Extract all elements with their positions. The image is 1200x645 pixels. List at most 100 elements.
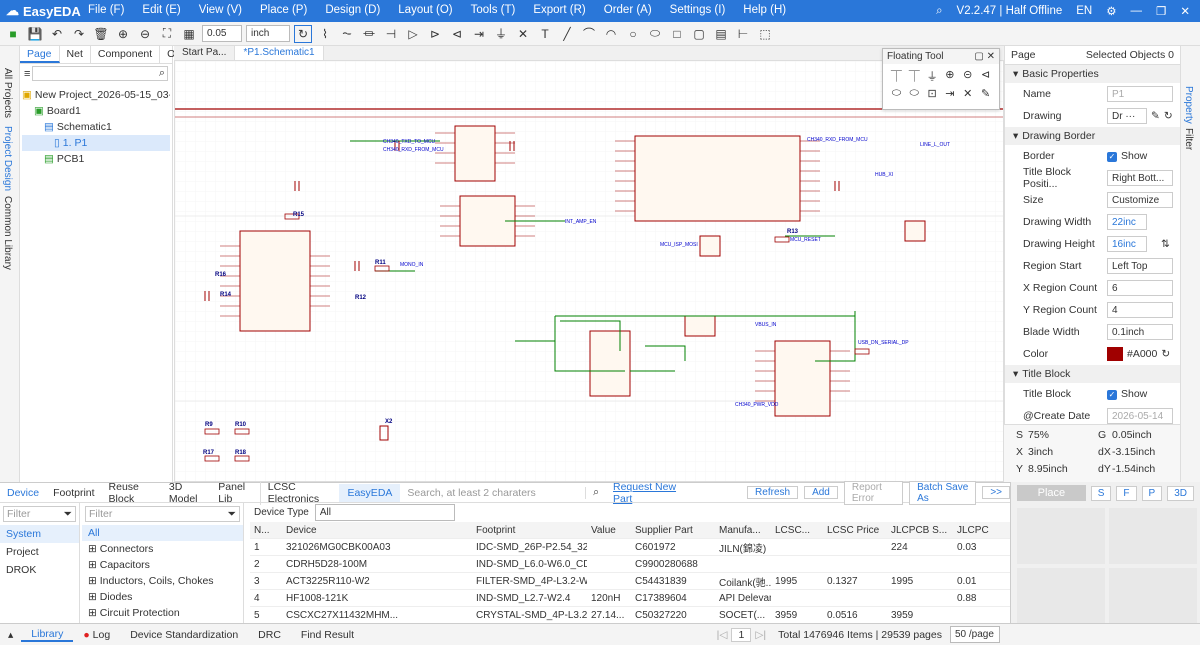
- category-item[interactable]: ⊞ Connectors: [82, 541, 243, 557]
- fit-icon[interactable]: ⛶: [158, 25, 176, 43]
- name-field[interactable]: P1: [1107, 86, 1173, 102]
- place-button[interactable]: Place: [1017, 485, 1086, 501]
- reset-icon[interactable]: ↻: [1161, 348, 1170, 360]
- diode-icon[interactable]: ▷: [404, 25, 422, 43]
- rail-common-library[interactable]: Common Library: [2, 196, 13, 270]
- circle-icon[interactable]: ○: [624, 25, 642, 43]
- menu-place[interactable]: Place (P): [260, 4, 307, 16]
- wire-icon[interactable]: ⌇: [316, 25, 334, 43]
- category-item[interactable]: ⊞ Inductors, Coils, Chokes: [82, 573, 243, 589]
- minimize-icon[interactable]: —: [1131, 5, 1143, 17]
- table-icon[interactable]: ▤: [712, 25, 730, 43]
- netflag-icon[interactable]: ⊲: [978, 68, 993, 84]
- bus-entry-icon[interactable]: ⇥: [942, 87, 957, 100]
- bus-icon[interactable]: ⏦: [338, 25, 356, 43]
- tab-page[interactable]: Page: [20, 46, 60, 63]
- section-title-block[interactable]: ▾ Title Block: [1005, 365, 1180, 383]
- out-port-icon[interactable]: ⬭: [907, 87, 922, 100]
- no-connect-icon[interactable]: ✕: [514, 25, 532, 43]
- close-icon[interactable]: ✕: [1180, 4, 1190, 18]
- region-start-select[interactable]: Left Top: [1107, 258, 1173, 274]
- view-3d-button[interactable]: 3D: [1167, 485, 1194, 501]
- menu-settings[interactable]: Settings (I): [670, 4, 726, 16]
- table-row[interactable]: 2 CDRH5D28-100M IND-SMD_L6.0-W6.0_CD... C99…: [250, 556, 1010, 573]
- close-icon[interactable]: ▢ ✕: [974, 51, 995, 62]
- gear-icon[interactable]: ⚙: [1106, 4, 1116, 18]
- unit-select[interactable]: inch: [246, 25, 290, 42]
- source-project[interactable]: Project: [0, 543, 79, 561]
- tab-start-page[interactable]: Start Pa...: [174, 46, 236, 60]
- tab-reuse-block[interactable]: Reuse Block: [102, 481, 162, 505]
- color-swatch[interactable]: [1107, 347, 1123, 361]
- menu-design[interactable]: Design (D): [325, 4, 380, 16]
- page-number-input[interactable]: 1: [731, 627, 752, 642]
- language-label[interactable]: EN: [1076, 5, 1092, 17]
- ground-icon[interactable]: ⏚: [925, 68, 940, 84]
- menu-export[interactable]: Export (R): [533, 4, 585, 16]
- save-icon[interactable]: 💾: [26, 25, 44, 43]
- category-item[interactable]: ⊞ Capacitors: [82, 557, 243, 573]
- swap-icon[interactable]: ⇅: [1161, 238, 1170, 250]
- view-symbol-button[interactable]: S: [1090, 485, 1112, 501]
- schematic-canvas[interactable]: CH340_TXD_TO_MCU CH340_RXD_FROM_MCU CH34…: [174, 60, 1004, 482]
- line-width-select[interactable]: 0.05: [202, 25, 242, 42]
- tab-lcsc[interactable]: LCSC Electronics: [259, 480, 340, 505]
- rect-icon[interactable]: □: [668, 25, 686, 43]
- more-button[interactable]: >>: [982, 486, 1010, 499]
- view-photo-button[interactable]: P: [1141, 485, 1163, 501]
- menu-view[interactable]: View (V): [199, 4, 242, 16]
- transistor-icon[interactable]: ⊳: [426, 25, 444, 43]
- tree-item-project[interactable]: ▣ New Project_2026-05-15_03-18-(: [22, 87, 170, 103]
- rail-project-design[interactable]: Project Design: [2, 126, 13, 191]
- new-icon[interactable]: ■: [4, 25, 22, 43]
- undo-icon[interactable]: ↶: [48, 25, 66, 43]
- tab-panel-lib[interactable]: Panel Lib: [211, 481, 259, 505]
- delete-icon[interactable]: 🗑: [92, 25, 110, 43]
- status-tab-library[interactable]: Library: [21, 628, 74, 642]
- power-flag-icon[interactable]: ⏉: [907, 68, 922, 84]
- image-icon[interactable]: ▢: [690, 25, 708, 43]
- text-icon[interactable]: T: [536, 25, 554, 43]
- component-mcu[interactable]: [615, 135, 820, 222]
- border-checkbox[interactable]: ✓ Show: [1107, 150, 1147, 162]
- tree-item-page[interactable]: ▯ 1. P1: [22, 135, 170, 151]
- tab-selected-objects[interactable]: Selected Objects 0: [1086, 49, 1174, 61]
- blade-width-field[interactable]: 0.1inch: [1107, 324, 1173, 340]
- snap-icon[interactable]: ↻: [294, 24, 312, 43]
- search-icon[interactable]: ⌕: [586, 486, 606, 499]
- collapse-icon[interactable]: ▴: [0, 629, 21, 641]
- probe-icon[interactable]: ⊕: [942, 68, 957, 84]
- tab-page-props[interactable]: Page: [1011, 49, 1036, 61]
- menu-icon[interactable]: ≡: [24, 68, 30, 80]
- tree-item-pcb[interactable]: ▤ PCB1: [22, 151, 170, 167]
- search-icon[interactable]: ⌕: [936, 5, 942, 18]
- menu-edit[interactable]: Edit (E): [142, 4, 180, 16]
- tab-3d-model[interactable]: 3D Model: [162, 481, 211, 505]
- library-search-input[interactable]: Search, at least 2 charaters: [400, 486, 587, 499]
- port-icon[interactable]: ⇥: [470, 25, 488, 43]
- size-select[interactable]: Customize: [1107, 192, 1173, 208]
- report-error-button[interactable]: Report Error: [843, 480, 904, 505]
- create-date-field[interactable]: 2026-05-14: [1107, 408, 1173, 424]
- tab-device[interactable]: Device: [0, 487, 46, 499]
- tree-item-schematic[interactable]: ▤ Schematic1: [22, 119, 170, 135]
- menu-tools[interactable]: Tools (T): [471, 4, 516, 16]
- tab-footprint[interactable]: Footprint: [46, 487, 101, 499]
- rail-property[interactable]: Property: [1183, 86, 1194, 124]
- height-field[interactable]: 16inc: [1107, 236, 1147, 252]
- pen-icon[interactable]: ✎: [978, 87, 993, 100]
- sheet-icon[interactable]: ⊡: [925, 87, 940, 100]
- table-row[interactable]: 5 CSCXC27X11432MHM... CRYSTAL-SMD_4P-L3.2.…: [250, 607, 1010, 624]
- tab-net[interactable]: Net: [60, 46, 91, 63]
- section-border[interactable]: ▾ Drawing Border: [1005, 127, 1180, 145]
- source-drok[interactable]: DROK: [0, 561, 79, 579]
- menu-order[interactable]: Order (A): [604, 4, 652, 16]
- prev-page-icon[interactable]: |◁: [713, 629, 732, 641]
- zoom-out-icon[interactable]: ⊖: [136, 25, 154, 43]
- edit-icon[interactable]: ✎: [1151, 110, 1160, 122]
- zoom-in-icon[interactable]: ⊕: [114, 25, 132, 43]
- tab-schematic[interactable]: *P1.Schematic1: [235, 46, 324, 60]
- drawing-field[interactable]: Dr ···: [1107, 108, 1147, 124]
- tree-item-board[interactable]: ▣ Board1: [22, 103, 170, 119]
- status-tab-find-result[interactable]: Find Result: [291, 629, 364, 641]
